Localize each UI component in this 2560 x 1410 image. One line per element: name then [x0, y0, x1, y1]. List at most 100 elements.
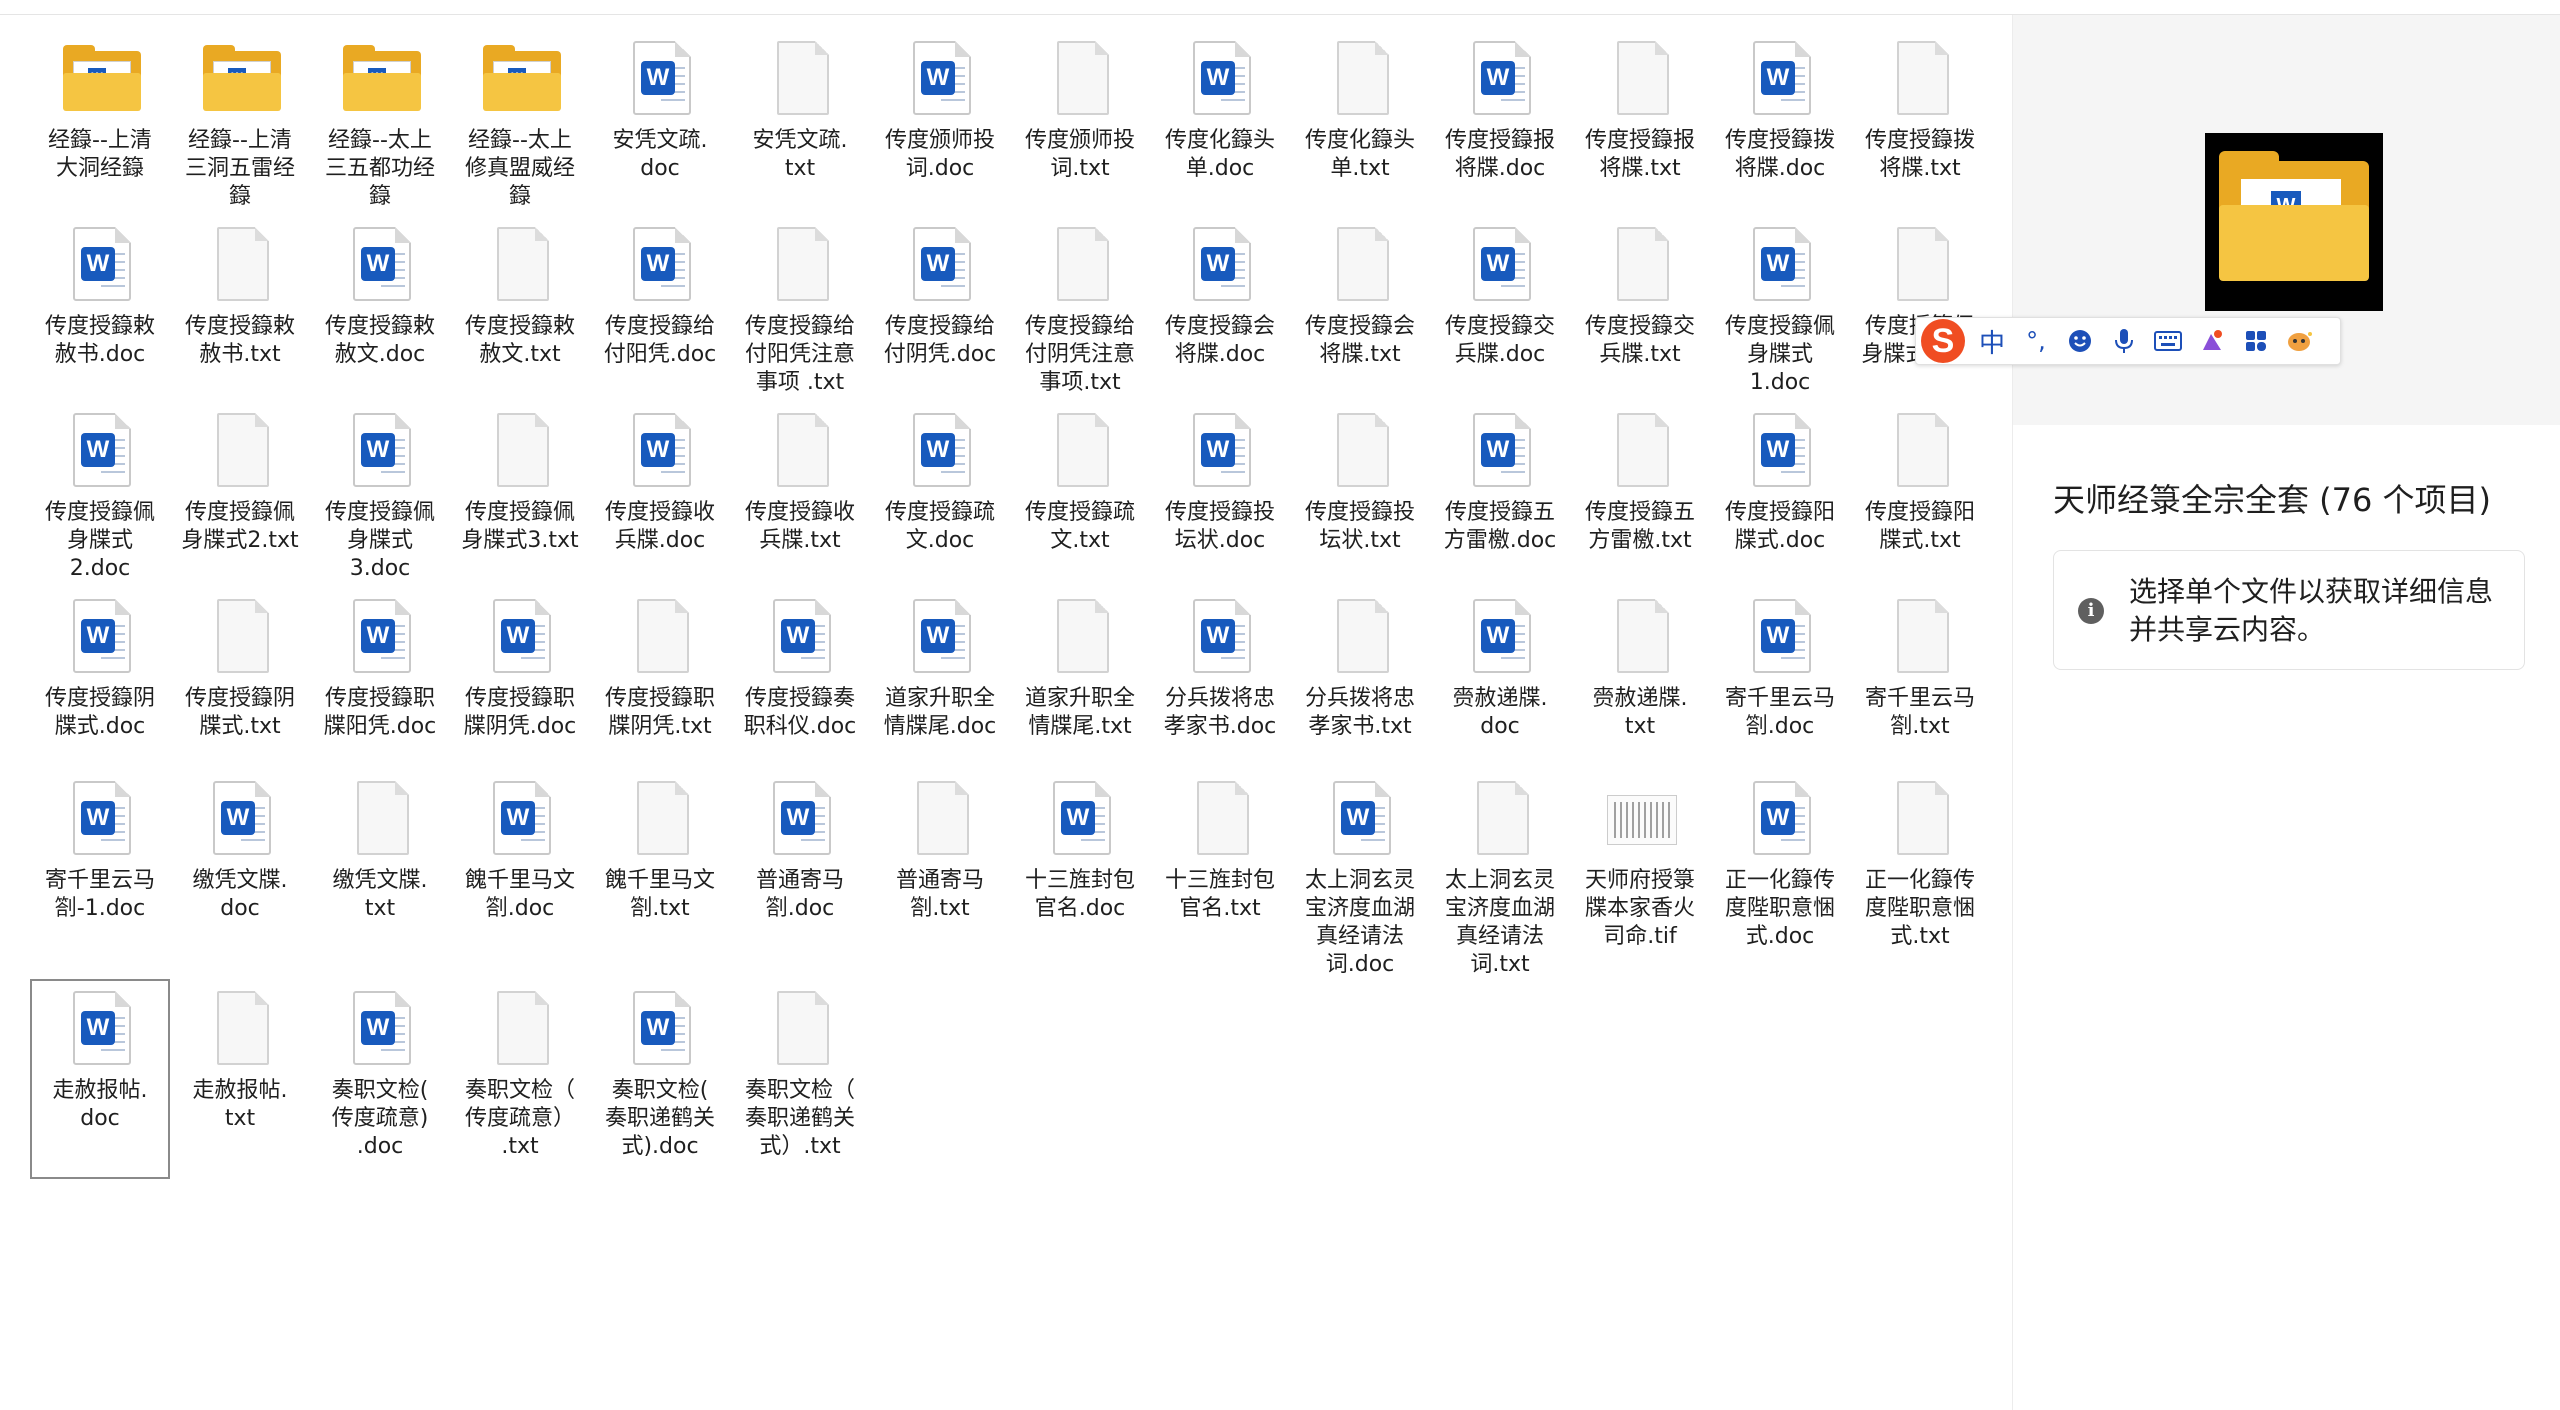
- file-name-label: 寄千里云马 劄.doc: [1724, 686, 1835, 739]
- file-item[interactable]: W 道家升职全 情牒尾.doc: [870, 587, 1010, 769]
- file-item[interactable]: W 传度授籙给 付阴凭.doc: [870, 215, 1010, 401]
- file-item[interactable]: W 传度授籙投 坛状.doc: [1150, 401, 1290, 587]
- file-item[interactable]: W 传度授籙报 将牒.doc: [1430, 29, 1570, 215]
- file-item[interactable]: 传度颁师投 词.txt: [1010, 29, 1150, 215]
- file-item[interactable]: W 传度授籙职 牒阳凭.doc: [310, 587, 450, 769]
- ime-mode-button[interactable]: 中: [1970, 318, 2014, 364]
- text-file-icon: [217, 991, 269, 1065]
- file-item[interactable]: W 寄千里云马 劄.doc: [1710, 587, 1850, 769]
- file-item[interactable]: 传度授籙敕 赦文.txt: [450, 215, 590, 401]
- file-item[interactable]: W 寄千里云马 劄-1.doc: [30, 769, 170, 979]
- file-item[interactable]: W 传度授籙阳 牒式.doc: [1710, 401, 1850, 587]
- file-name-label: 传度授籙收 兵牒.doc: [604, 500, 715, 553]
- file-item[interactable]: W 奏职文检( 传度疏意) .doc: [310, 979, 450, 1179]
- file-item[interactable]: 传度授籙报 将牒.txt: [1570, 29, 1710, 215]
- file-item[interactable]: 赍赦递牒. txt: [1570, 587, 1710, 769]
- file-item[interactable]: 缴凭文牒. txt: [310, 769, 450, 979]
- file-item[interactable]: W 传度授籙交 兵牒.doc: [1430, 215, 1570, 401]
- file-item[interactable]: 传度授籙给 付阴凭注意 事项.txt: [1010, 215, 1150, 401]
- file-item[interactable]: W 传度授籙佩 身牒式 1.doc: [1710, 215, 1850, 401]
- file-item[interactable]: 传度授籙交 兵牒.txt: [1570, 215, 1710, 401]
- microphone-icon[interactable]: [2102, 318, 2146, 364]
- file-item[interactable]: W 传度授籙阴 牒式.doc: [30, 587, 170, 769]
- file-item[interactable]: 传度授籙给 付阳凭注意 事项 .txt: [730, 215, 870, 401]
- file-name-label: 传度授籙职 牒阳凭.doc: [323, 686, 437, 739]
- file-item[interactable]: W 太上洞玄灵 宝济度血湖 真经请法 词.doc: [1290, 769, 1430, 979]
- file-item[interactable]: 道家升职全 情牒尾.txt: [1010, 587, 1150, 769]
- file-item[interactable]: W 传度授籙敕 赦书.doc: [30, 215, 170, 401]
- file-name-label: 传度化籙头 单.doc: [1164, 128, 1275, 181]
- skin-icon[interactable]: [2190, 318, 2234, 364]
- file-item[interactable]: W 经籙--上清 大洞经籙: [30, 29, 170, 215]
- file-item[interactable]: 传度授籙佩 身牒式2.txt: [170, 401, 310, 587]
- file-item[interactable]: W 传度授籙敕 赦文.doc: [310, 215, 450, 401]
- file-item[interactable]: 太上洞玄灵 宝济度血湖 真经请法 词.txt: [1430, 769, 1570, 979]
- file-item[interactable]: 走赦报帖. txt: [170, 979, 310, 1179]
- file-item[interactable]: 传度授籙疏 文.txt: [1010, 401, 1150, 587]
- file-item[interactable]: W 传度授籙拨 将牒.doc: [1710, 29, 1850, 215]
- file-item[interactable]: W 传度授籙疏 文.doc: [870, 401, 1010, 587]
- file-item[interactable]: 传度授籙佩 身牒式3.txt: [450, 401, 590, 587]
- file-item[interactable]: 传度授籙职 牒阴凭.txt: [590, 587, 730, 769]
- file-item[interactable]: 奏职文检（ 传度疏意） .txt: [450, 979, 590, 1179]
- file-name-label: 经籙--太上 三五都功经 籙: [324, 128, 435, 209]
- file-item[interactable]: W 经籙--太上 修真盟威经 籙: [450, 29, 590, 215]
- file-item[interactable]: W 走赦报帖. doc: [30, 979, 170, 1179]
- punctuation-button[interactable]: °,: [2014, 318, 2058, 364]
- file-item[interactable]: 奏职文检（ 奏职递鹤关 式）.txt: [730, 979, 870, 1179]
- file-item[interactable]: 餽千里马文 劄.txt: [590, 769, 730, 979]
- file-name-label: 分兵拨将忠 孝家书.doc: [1163, 686, 1277, 739]
- file-item[interactable]: W 经籙--太上 三五都功经 籙: [310, 29, 450, 215]
- file-list-pane[interactable]: W 经籙--上清 大洞经籙 W 经籙--上清 三洞五雷经 籙 W 经籙--太上 三五都功经…: [0, 15, 2012, 1410]
- file-item[interactable]: W 正一化籙传 度陛职意悃 式.doc: [1710, 769, 1850, 979]
- file-item[interactable]: W 传度授籙佩 身牒式 2.doc: [30, 401, 170, 587]
- file-item[interactable]: W 传度化籙头 单.doc: [1150, 29, 1290, 215]
- file-item[interactable]: W 传度授籙收 兵牒.doc: [590, 401, 730, 587]
- file-item[interactable]: 传度授籙投 坛状.txt: [1290, 401, 1430, 587]
- file-item[interactable]: 寄千里云马 劄.txt: [1850, 587, 1990, 769]
- file-icon: W: [197, 37, 283, 123]
- file-item[interactable]: 传度授籙收 兵牒.txt: [730, 401, 870, 587]
- emoji-icon[interactable]: [2058, 318, 2102, 364]
- file-item[interactable]: 传度授籙拨 将牒.txt: [1850, 29, 1990, 215]
- file-item[interactable]: 传度授籙阳 牒式.txt: [1850, 401, 1990, 587]
- file-item[interactable]: W 传度授籙佩 身牒式 3.doc: [310, 401, 450, 587]
- file-item[interactable]: 传度化籙头 单.txt: [1290, 29, 1430, 215]
- file-item[interactable]: 安凭文疏. txt: [730, 29, 870, 215]
- file-item[interactable]: 十三旌封包 官名.txt: [1150, 769, 1290, 979]
- file-item[interactable]: W 传度颁师投 词.doc: [870, 29, 1010, 215]
- file-item[interactable]: W 传度授籙职 牒阴凭.doc: [450, 587, 590, 769]
- file-item[interactable]: 正一化籙传 度陛职意悃 式.txt: [1850, 769, 1990, 979]
- file-item[interactable]: W 传度授籙给 付阳凭.doc: [590, 215, 730, 401]
- file-item[interactable]: 传度授籙敕 赦书.txt: [170, 215, 310, 401]
- file-item[interactable]: W 奏职文检( 奏职递鹤关 式).doc: [590, 979, 730, 1179]
- toolbox-icon[interactable]: [2234, 318, 2278, 364]
- file-item[interactable]: W 传度授籙五 方雷檄.doc: [1430, 401, 1570, 587]
- file-item[interactable]: 普通寄马 劄.txt: [870, 769, 1010, 979]
- file-item[interactable]: W 经籙--上清 三洞五雷经 籙: [170, 29, 310, 215]
- ime-toolbar[interactable]: S 中 °,: [1915, 317, 2341, 365]
- file-icon: W: [1317, 777, 1403, 863]
- file-item[interactable]: 传度授籙会 将牒.txt: [1290, 215, 1430, 401]
- file-item[interactable]: W 传度授籙奏 职科仪.doc: [730, 587, 870, 769]
- file-item[interactable]: W 分兵拨将忠 孝家书.doc: [1150, 587, 1290, 769]
- file-item[interactable]: 天师府授箓 牒本家香火 司命.tif: [1570, 769, 1710, 979]
- file-item[interactable]: W 传度授籙会 将牒.doc: [1150, 215, 1290, 401]
- file-item[interactable]: 传度授籙阴 牒式.txt: [170, 587, 310, 769]
- file-item[interactable]: W 安凭文疏. doc: [590, 29, 730, 215]
- keyboard-icon[interactable]: [2146, 318, 2190, 364]
- file-name-label: 传度授籙敕 赦书.doc: [44, 314, 155, 367]
- file-item[interactable]: W 赍赦递牒. doc: [1430, 587, 1570, 769]
- file-item[interactable]: 传度授籙佩 身牒式1.txt: [1850, 215, 1990, 401]
- sogou-logo-icon[interactable]: S: [1916, 318, 1970, 364]
- text-file-icon: [1897, 599, 1949, 673]
- file-item[interactable]: W 普通寄马 劄.doc: [730, 769, 870, 979]
- file-item[interactable]: W 餽千里马文 劄.doc: [450, 769, 590, 979]
- file-item[interactable]: W 十三旌封包 官名.doc: [1010, 769, 1150, 979]
- mascot-icon[interactable]: [2278, 318, 2322, 364]
- file-item[interactable]: W 缴凭文牒. doc: [170, 769, 310, 979]
- file-icon: W: [57, 987, 143, 1073]
- file-item[interactable]: 分兵拨将忠 孝家书.txt: [1290, 587, 1430, 769]
- file-item[interactable]: 传度授籙五 方雷檄.txt: [1570, 401, 1710, 587]
- file-icon: W: [477, 777, 563, 863]
